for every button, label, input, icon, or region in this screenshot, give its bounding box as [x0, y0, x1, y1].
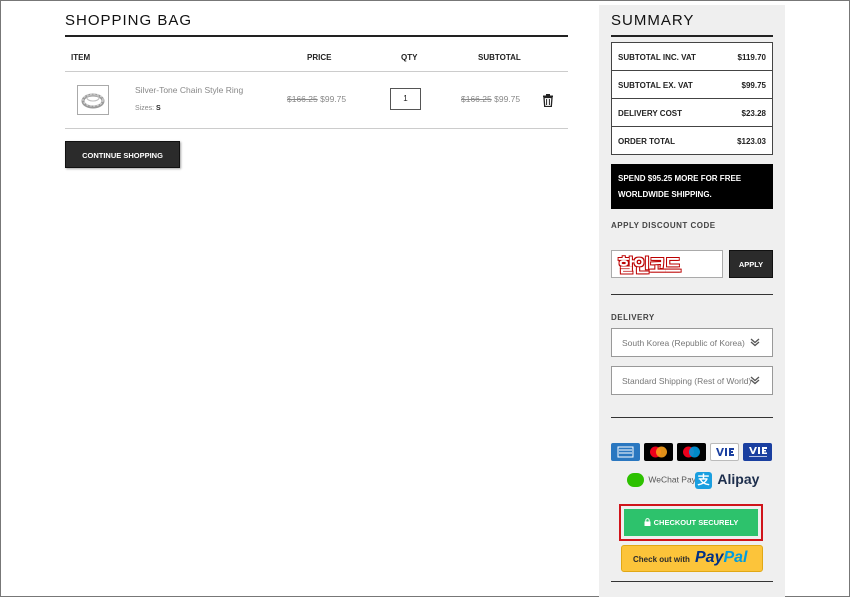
summary-row-label: SUBTOTAL EX. VAT: [618, 81, 693, 90]
alipay-icon: 支: [695, 471, 712, 489]
continue-shopping-button[interactable]: CONTINUE SHOPPING: [65, 141, 180, 168]
size-value: S: [156, 105, 161, 112]
summary-row-value: $99.75: [741, 81, 766, 90]
mastercard-icon: [644, 443, 673, 461]
size-label: Sizes:: [135, 105, 155, 112]
summary-table: SUBTOTAL INC. VAT $119.70 SUBTOTAL EX. V…: [611, 42, 773, 155]
trash-icon: [543, 94, 553, 108]
summary-row-value: $119.70: [737, 53, 766, 62]
chevron-down-icon: [750, 376, 760, 385]
checkout-highlight: CHECKOUT SECURELY: [619, 504, 763, 541]
paypal-logo-pay: Pay: [695, 549, 724, 566]
summary-row-label: DELIVERY COST: [618, 109, 683, 118]
amex-card-icon: [611, 443, 640, 461]
discount-code-label: APPLY DISCOUNT CODE: [611, 221, 716, 230]
wechat-pay-logo: WeChat Pay: [627, 473, 696, 487]
summary-row-value: $123.03: [737, 137, 766, 146]
country-select-value: South Korea (Republic of Korea): [622, 338, 745, 348]
quantity-input[interactable]: 1: [390, 88, 421, 110]
checkout-label: CHECKOUT SECURELY: [653, 518, 739, 527]
maestro-icon: [677, 443, 706, 461]
shipping-method-value: Standard Shipping (Rest of World): [622, 376, 752, 386]
wechat-icon: [627, 473, 644, 487]
chevron-down-icon: [750, 338, 760, 347]
country-select[interactable]: South Korea (Republic of Korea): [611, 328, 773, 357]
item-price: $166.25 $99.75: [287, 94, 346, 104]
ring-image: [81, 93, 105, 109]
free-shipping-banner: SPEND $95.25 MORE FOR FREE WORLDWIDE SHI…: [611, 164, 773, 209]
lock-icon: [644, 518, 651, 526]
section-divider: [611, 417, 773, 418]
summary-row-delivery-cost: DELIVERY COST $23.28: [612, 99, 772, 127]
product-image[interactable]: [77, 85, 109, 115]
sale-price: $99.75: [320, 94, 347, 104]
paypal-logo: PayPal: [695, 549, 747, 567]
discount-code-text: 할인코드: [618, 256, 681, 277]
discount-code-value: 할인코드: [618, 252, 681, 277]
column-header-subtotal: SUBTOTAL: [478, 53, 521, 62]
summary-row-value: $23.28: [741, 109, 766, 118]
alipay-label: Alipay: [717, 471, 760, 487]
summary-title: SUMMARY: [611, 12, 695, 29]
summary-row-subtotal-ex-vat: SUBTOTAL EX. VAT $99.75: [612, 71, 772, 99]
apply-discount-button[interactable]: APPLY: [729, 250, 773, 278]
section-divider: [611, 294, 773, 295]
remove-item-button[interactable]: [542, 94, 554, 112]
section-divider: [611, 581, 773, 582]
original-subtotal: $166.25: [461, 94, 492, 104]
summary-divider: [611, 35, 773, 37]
original-price: $166.25: [287, 94, 318, 104]
paypal-logo-pal: Pal: [723, 549, 748, 566]
product-size: Sizes: S: [135, 105, 161, 112]
checkout-securely-button[interactable]: CHECKOUT SECURELY: [624, 509, 758, 536]
summary-row-label: ORDER TOTAL: [618, 137, 676, 146]
column-header-qty: QTY: [401, 53, 418, 62]
column-header-item: ITEM: [71, 53, 91, 62]
paypal-prefix: Check out with: [633, 555, 690, 564]
product-name[interactable]: Silver-Tone Chain Style Ring: [135, 85, 243, 95]
sale-subtotal: $99.75: [494, 94, 521, 104]
visa-icon: [710, 443, 739, 461]
title-divider: [65, 35, 568, 37]
delivery-label: DELIVERY: [611, 313, 655, 322]
shipping-method-select[interactable]: Standard Shipping (Rest of World): [611, 366, 773, 395]
row-divider: [65, 128, 568, 129]
paypal-checkout-button[interactable]: Check out with PayPal: [621, 545, 763, 572]
summary-row-order-total: ORDER TOTAL $123.03: [612, 127, 772, 155]
column-header-price: PRICE: [307, 53, 332, 62]
wechat-pay-label: WeChat Pay: [648, 474, 696, 485]
row-divider: [65, 71, 568, 72]
item-subtotal: $166.25 $99.75: [461, 94, 520, 104]
visa-electron-icon: [743, 443, 772, 461]
summary-row-subtotal-inc-vat: SUBTOTAL INC. VAT $119.70: [612, 43, 772, 71]
alipay-logo: 支 Alipay: [695, 471, 759, 489]
page-title: SHOPPING BAG: [65, 12, 193, 29]
summary-row-label: SUBTOTAL INC. VAT: [618, 53, 696, 62]
discount-code-input[interactable]: 할인코드: [611, 250, 723, 278]
